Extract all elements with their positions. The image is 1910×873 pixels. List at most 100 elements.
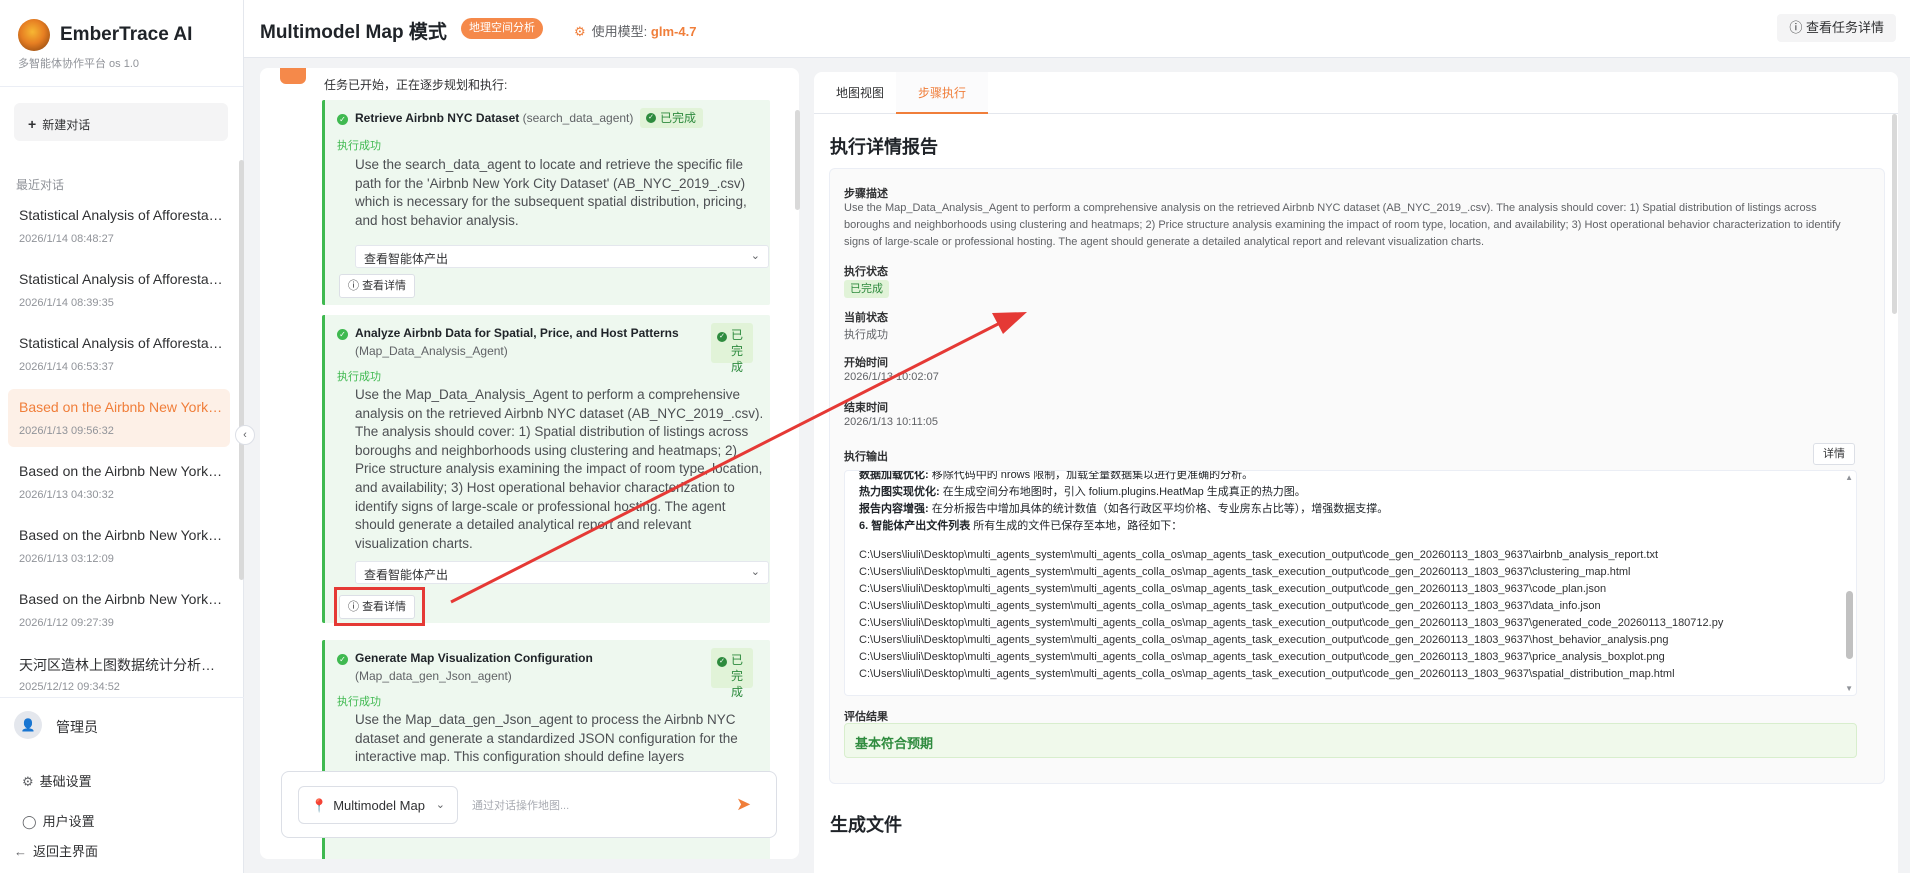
tab-map-view[interactable]: 地图视图	[814, 72, 906, 114]
sidebar-footer: 👤 管理员 ⚙ 基础设置 ◯ 用户设置 ← 返回主界面	[0, 697, 244, 873]
sidebar: EmberTrace AI 多智能体协作平台 os 1.0 + 新建对话 最近对话…	[0, 0, 244, 873]
history-date: 2026/1/13 09:56:32	[19, 425, 114, 437]
output-log[interactable]: 数据加载优化: 移除代码中的 nrows 限制，加载全量数据集以进行更准确的分析…	[844, 470, 1857, 696]
output-path: C:\Users\liuli\Desktop\multi_agents_syst…	[859, 583, 1607, 595]
task-agent: (search_data_agent)	[522, 111, 634, 125]
status-text-2: 成	[731, 360, 744, 374]
check-icon: ✓	[337, 329, 348, 340]
task-title: Analyze Airbnb Data for Spatial, Price, …	[355, 326, 679, 340]
header: Multimodel Map 模式 地理空间分析 ⚙ 使用模型: glm-4.7 …	[244, 0, 1910, 58]
send-icon[interactable]: ➤	[736, 794, 751, 815]
status-badge: 已完成	[844, 280, 889, 298]
check-icon: ✓	[717, 332, 727, 342]
history-title: Statistical Analysis of Afforestation...	[19, 335, 224, 351]
output-label: 执行输出	[844, 451, 888, 463]
new-chat-button[interactable]: + 新建对话	[14, 103, 228, 141]
message-marker	[280, 68, 306, 84]
output-line: 6. 智能体产出文件列表 所有生成的文件已保存至本地，路径如下：	[859, 520, 1183, 532]
agent-output-select[interactable]: 查看智能体产出 ⌄	[355, 561, 769, 584]
sidebar-scrollbar[interactable]	[239, 160, 244, 580]
history-item[interactable]: Based on the Airbnb New York City... 2026…	[8, 517, 230, 575]
model-value: glm-4.7	[650, 24, 697, 39]
settings-label: 基础设置	[39, 774, 92, 789]
check-icon: ✓	[337, 114, 348, 125]
end-time-label: 结束时间	[844, 402, 888, 414]
history-item[interactable]: Based on the Airbnb New York City... 2026…	[8, 581, 230, 639]
mode-select[interactable]: 📍 Multimodel Map ⌄	[298, 786, 458, 824]
history-item[interactable]: Based on the Airbnb New York City... 2026…	[8, 453, 230, 511]
start-time-label: 开始时间	[844, 357, 888, 369]
history-item[interactable]: Based on the Airbnb New York City... 2026…	[8, 389, 230, 447]
output-path: C:\Users\liuli\Desktop\multi_agents_syst…	[859, 634, 1669, 646]
output-path: C:\Users\liuli\Desktop\multi_agents_syst…	[859, 600, 1601, 612]
current-status-label: 当前状态	[844, 312, 888, 324]
history-date: 2026/1/13 04:30:32	[19, 489, 114, 501]
check-icon: ✓	[646, 113, 656, 123]
output-detail-button[interactable]: 详情	[1813, 443, 1855, 465]
history-title: Based on the Airbnb New York City...	[19, 463, 224, 479]
info-icon: ⓘ	[348, 280, 363, 292]
info-icon: ⓘ	[1789, 20, 1806, 35]
brand: EmberTrace AI 多智能体协作平台 os 1.0	[0, 0, 243, 87]
mode-badge: 地理空间分析	[461, 18, 543, 39]
agent-output-select[interactable]: 查看智能体产出 ⌄	[355, 245, 769, 268]
scroll-down-icon[interactable]: ▼	[1845, 684, 1853, 693]
back-link[interactable]: ← 返回主界面	[14, 841, 98, 860]
history-title: Statistical Analysis of Afforestation...	[19, 207, 224, 223]
view-detail-button[interactable]: ⓘ 查看详情	[339, 274, 416, 298]
tab-step-execution[interactable]: 步骤执行	[896, 72, 989, 114]
output-path: C:\Users\liuli\Desktop\multi_agents_syst…	[859, 668, 1675, 680]
output-path: C:\Users\liuli\Desktop\multi_agents_syst…	[859, 566, 1631, 578]
output-line: 报告内容增强: 在分析报告中增加具体的统计数值（如各行政区平均价格、专业房东占比…	[859, 503, 1389, 515]
history-date: 2026/1/14 08:39:35	[19, 297, 114, 309]
files-title: 生成文件	[830, 815, 902, 835]
start-time: 2026/1/13 10:02:07	[844, 371, 939, 383]
history-item[interactable]: Statistical Analysis of Afforestation...…	[8, 197, 230, 255]
task-result: 执行成功	[337, 371, 381, 383]
chevron-down-icon: ⌄	[750, 566, 760, 578]
chat-scrollbar[interactable]	[795, 110, 800, 210]
history-date: 2026/1/13 03:12:09	[19, 553, 114, 565]
scroll-up-icon[interactable]: ▲	[1845, 473, 1853, 482]
current-status: 执行成功	[844, 329, 888, 341]
chat-panel: 任务已开始，正在逐步规划和执行: ✓ Retrieve Airbnb NYC D…	[260, 68, 799, 859]
history-item[interactable]: 天河区造林上图数据统计分析及可视化 2025/12/12 09:34:52	[8, 645, 230, 703]
eval-label: 评估结果	[844, 711, 888, 723]
user-icon: ◯	[22, 814, 37, 829]
model-info: ⚙ 使用模型: glm-4.7	[574, 21, 696, 40]
check-icon: ✓	[717, 657, 727, 667]
history-item[interactable]: Statistical Analysis of Afforestation...…	[8, 261, 230, 319]
chevron-down-icon: ⌄	[750, 250, 760, 262]
task-card-2: ✓ Analyze Airbnb Data for Spatial, Price…	[322, 315, 770, 623]
model-icon: ⚙	[574, 24, 586, 39]
history-title: Based on the Airbnb New York City...	[19, 591, 224, 607]
settings-link[interactable]: ⚙ 基础设置	[22, 771, 92, 790]
task-title-text: Retrieve Airbnb NYC Dataset	[355, 111, 520, 125]
task-description: Use the Map_Data_Analysis_Agent to perfo…	[355, 387, 764, 551]
task-detail-button[interactable]: ⓘ 查看任务详情	[1777, 14, 1896, 42]
collapse-sidebar-button[interactable]: ‹	[235, 425, 255, 445]
history-item[interactable]: Statistical Analysis of Afforestation...…	[8, 325, 230, 383]
chat-input[interactable]: 通过对话操作地图...	[472, 797, 569, 813]
select-label: 查看智能体产出	[364, 568, 449, 582]
gear-icon: ⚙	[22, 774, 34, 789]
app-name: EmberTrace AI	[60, 24, 193, 45]
step-description: Use the Map_Data_Analysis_Agent to perfo…	[844, 202, 1841, 248]
user-name: 管理员	[56, 719, 98, 735]
task-title: Generate Map Visualization Configuration	[355, 651, 593, 665]
detail-panel: 地图视图 步骤执行 执行详情报告 步骤描述 Use the Map_Data_A…	[814, 72, 1898, 873]
task-agent: (Map_data_gen_Json_agent)	[355, 669, 512, 683]
end-time: 2026/1/13 10:11:05	[844, 416, 938, 428]
user-settings-link[interactable]: ◯ 用户设置	[22, 811, 95, 830]
detail-scrollbar[interactable]	[1892, 114, 1897, 314]
check-icon: ✓	[337, 654, 348, 665]
eval-result: 基本符合预期	[844, 723, 1857, 758]
report-title: 执行详情报告	[830, 137, 938, 157]
output-scrollbar[interactable]	[1846, 591, 1853, 659]
highlight-box	[334, 587, 425, 626]
chat-input-area: 📍 Multimodel Map ⌄ 通过对话操作地图... ➤	[281, 771, 777, 838]
history-title: 天河区造林上图数据统计分析及可视化	[19, 657, 224, 673]
output-path: C:\Users\liuli\Desktop\multi_agents_syst…	[859, 617, 1724, 629]
map-pin-icon: 📍	[311, 798, 328, 813]
task-description: Use the search_data_agent to locate and …	[355, 157, 747, 228]
